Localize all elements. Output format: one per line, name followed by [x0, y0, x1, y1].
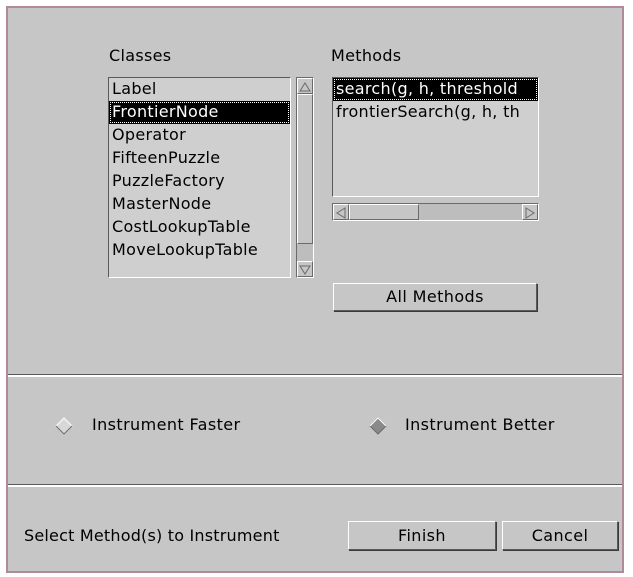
- arrow-left-icon: [336, 207, 346, 219]
- scroll-left-button[interactable]: [333, 204, 349, 220]
- list-item[interactable]: MoveLookupTable: [109, 239, 290, 262]
- list-item[interactable]: FrontierNode: [109, 101, 290, 124]
- radio-diamond-icon: [369, 417, 387, 435]
- list-item[interactable]: FifteenPuzzle: [109, 147, 290, 170]
- separator: [8, 484, 622, 487]
- cancel-button[interactable]: Cancel: [502, 521, 618, 550]
- classes-vertical-scrollbar[interactable]: [296, 77, 314, 278]
- instrument-dialog: Classes Label FrontierNode Operator Fift…: [6, 6, 624, 573]
- scroll-down-button[interactable]: [297, 261, 313, 277]
- classes-label: Classes: [109, 46, 172, 65]
- all-methods-button[interactable]: All Methods: [333, 283, 537, 311]
- methods-list[interactable]: search(g, h, threshold frontierSearch(g,…: [332, 77, 539, 197]
- methods-horizontal-scrollbar[interactable]: [332, 203, 539, 221]
- list-item[interactable]: frontierSearch(g, h, th: [333, 101, 538, 124]
- finish-button[interactable]: Finish: [348, 521, 496, 550]
- instrument-better-radio[interactable]: [368, 416, 388, 436]
- scroll-thumb[interactable]: [297, 94, 313, 244]
- instrument-faster-label[interactable]: Instrument Faster: [92, 415, 241, 434]
- separator: [8, 374, 622, 377]
- list-item[interactable]: Operator: [109, 124, 290, 147]
- instrument-better-label[interactable]: Instrument Better: [405, 415, 555, 434]
- methods-label: Methods: [331, 46, 402, 65]
- list-item[interactable]: Label: [109, 78, 290, 101]
- instrument-faster-radio[interactable]: [54, 416, 74, 436]
- arrow-down-icon: [299, 265, 311, 275]
- status-text: Select Method(s) to Instrument: [24, 526, 280, 545]
- scroll-right-button[interactable]: [522, 204, 538, 220]
- list-item[interactable]: MasterNode: [109, 193, 290, 216]
- scroll-thumb[interactable]: [349, 204, 419, 220]
- classes-list[interactable]: Label FrontierNode Operator FifteenPuzzl…: [108, 77, 291, 278]
- arrow-right-icon: [525, 207, 535, 219]
- arrow-up-icon: [299, 82, 311, 92]
- list-item[interactable]: search(g, h, threshold: [333, 78, 538, 101]
- scroll-up-button[interactable]: [297, 78, 313, 94]
- list-item[interactable]: PuzzleFactory: [109, 170, 290, 193]
- list-item[interactable]: CostLookupTable: [109, 216, 290, 239]
- radio-diamond-icon: [55, 417, 73, 435]
